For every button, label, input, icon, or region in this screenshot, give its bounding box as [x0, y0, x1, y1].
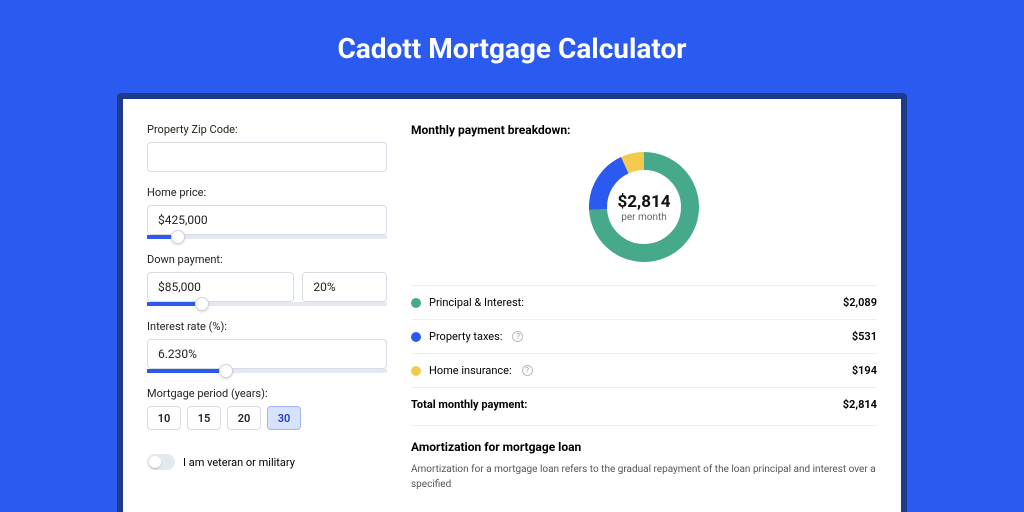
- legend-row: Principal & Interest: $2,089: [411, 286, 877, 320]
- donut-permonth: per month: [621, 212, 667, 223]
- home-price-field: Home price:: [147, 186, 387, 239]
- home-price-slider[interactable]: [147, 235, 387, 239]
- legend-dot-icon: [411, 366, 421, 376]
- period-pill-20[interactable]: 20: [227, 406, 261, 430]
- legend-dot-icon: [411, 298, 421, 308]
- period-pillrow: 10152030: [147, 406, 387, 430]
- legend-label: Property taxes:: [429, 330, 502, 343]
- legend-label: Home insurance:: [429, 364, 512, 377]
- home-price-label: Home price:: [147, 186, 387, 199]
- down-payment-slider[interactable]: [147, 302, 387, 306]
- period-pill-30[interactable]: 30: [267, 406, 301, 430]
- period-pill-15[interactable]: 15: [187, 406, 221, 430]
- down-payment-pct-input[interactable]: [302, 272, 387, 302]
- page-title: Cadott Mortgage Calculator: [337, 32, 686, 65]
- legend-row: Property taxes:? $531: [411, 320, 877, 354]
- legend-total-row: Total monthly payment: $2,814: [411, 388, 877, 421]
- amortization-section: Amortization for mortgage loan Amortizat…: [411, 425, 877, 492]
- amortization-body: Amortization for a mortgage loan refers …: [411, 462, 877, 492]
- legend-dot-icon: [411, 332, 421, 342]
- breakdown-panel: Monthly payment breakdown: $2,814 per mo…: [411, 123, 877, 512]
- down-payment-label: Down payment:: [147, 253, 387, 266]
- home-price-input[interactable]: [147, 205, 387, 235]
- veteran-label: I am veteran or military: [183, 456, 295, 469]
- donut-chart: $2,814 per month: [584, 147, 704, 267]
- donut-wrap: $2,814 per month: [411, 147, 877, 267]
- period-field: Mortgage period (years): 10152030: [147, 387, 387, 430]
- zip-input[interactable]: [147, 142, 387, 172]
- interest-slider[interactable]: [147, 369, 387, 373]
- zip-label: Property Zip Code:: [147, 123, 387, 136]
- legend-row: Home insurance:? $194: [411, 354, 877, 388]
- legend-value: $531: [852, 330, 877, 343]
- total-label: Total monthly payment:: [411, 398, 527, 411]
- veteran-toggle[interactable]: [147, 454, 175, 470]
- legend-value: $2,089: [843, 296, 877, 309]
- interest-field: Interest rate (%):: [147, 320, 387, 373]
- period-label: Mortgage period (years):: [147, 387, 387, 400]
- down-payment-field: Down payment:: [147, 253, 387, 306]
- info-icon[interactable]: ?: [522, 365, 533, 376]
- app-frame: Property Zip Code: Home price: Down paym…: [117, 93, 907, 512]
- info-icon[interactable]: ?: [512, 331, 523, 342]
- period-pill-10[interactable]: 10: [147, 406, 181, 430]
- amortization-heading: Amortization for mortgage loan: [411, 440, 877, 454]
- breakdown-title: Monthly payment breakdown:: [411, 123, 877, 137]
- zip-field: Property Zip Code:: [147, 123, 387, 172]
- legend-label: Principal & Interest:: [429, 296, 524, 309]
- legend: Principal & Interest: $2,089 Property taxe…: [411, 285, 877, 421]
- form-panel: Property Zip Code: Home price: Down paym…: [147, 123, 387, 512]
- donut-total: $2,814: [618, 192, 671, 212]
- veteran-row: I am veteran or military: [147, 454, 387, 470]
- interest-label: Interest rate (%):: [147, 320, 387, 333]
- interest-input[interactable]: [147, 339, 387, 369]
- total-value: $2,814: [843, 398, 877, 411]
- calculator-sheet: Property Zip Code: Home price: Down paym…: [123, 99, 901, 512]
- down-payment-amount-input[interactable]: [147, 272, 294, 302]
- legend-value: $194: [852, 364, 877, 377]
